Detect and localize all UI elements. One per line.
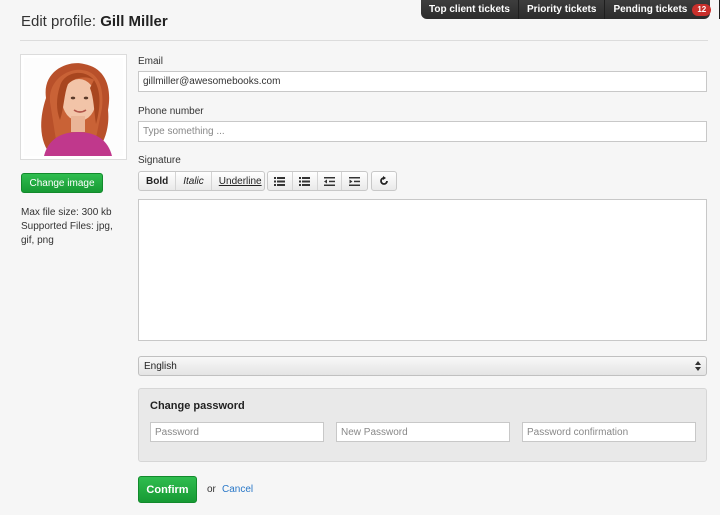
- indent-button[interactable]: [342, 172, 367, 190]
- italic-button[interactable]: Italic: [176, 172, 212, 190]
- or-text: or: [207, 484, 216, 495]
- underline-button[interactable]: Underline: [212, 172, 269, 190]
- max-file-size-text: Max file size: 300 kb: [21, 207, 112, 218]
- new-password-field[interactable]: [336, 422, 510, 442]
- priority-tickets-label: Priority tickets: [526, 4, 597, 15]
- supported-files-text: Supported Files: jpg, gif, png: [21, 221, 113, 246]
- language-selected-value: English: [144, 360, 177, 372]
- text-format-group: Bold Italic Underline: [138, 171, 265, 191]
- phone-field[interactable]: [138, 121, 707, 142]
- change-password-panel: Change password: [138, 388, 707, 462]
- phone-label: Phone number: [138, 106, 204, 117]
- top-client-tickets-link[interactable]: Top client tickets: [421, 0, 519, 19]
- outdent-button[interactable]: [318, 172, 343, 190]
- top-navbar: Top client tickets Priority tickets Pend…: [421, 0, 720, 19]
- pending-tickets-label: Pending tickets: [613, 4, 688, 15]
- change-image-button[interactable]: Change image: [21, 173, 103, 193]
- history-group: [371, 171, 397, 191]
- priority-tickets-link[interactable]: Priority tickets: [519, 0, 606, 19]
- ordered-list-icon: [299, 176, 311, 186]
- profile-photo: [24, 58, 123, 156]
- language-select[interactable]: English: [138, 356, 707, 376]
- outdent-icon: [323, 176, 335, 186]
- select-arrows-icon: [695, 361, 701, 371]
- undo-icon: [380, 176, 388, 185]
- page-title-name: Gill Miller: [100, 13, 168, 30]
- confirm-button[interactable]: Confirm: [138, 476, 197, 503]
- file-info: Max file size: 300 kb Supported Files: j…: [21, 206, 121, 248]
- avatar: [20, 54, 127, 160]
- pending-count-badge: 12: [692, 3, 712, 16]
- pending-tickets-link[interactable]: Pending tickets 12: [605, 0, 720, 19]
- email-label: Email: [138, 56, 164, 67]
- email-field[interactable]: [138, 71, 707, 92]
- bold-button[interactable]: Bold: [139, 172, 177, 190]
- change-password-title: Change password: [150, 400, 245, 412]
- signature-editor[interactable]: [138, 199, 707, 341]
- unordered-list-button[interactable]: [268, 172, 293, 190]
- unordered-list-icon: [274, 176, 286, 186]
- page-title: Edit profile: Gill Miller: [21, 13, 168, 30]
- password-field[interactable]: [150, 422, 324, 442]
- password-confirmation-field[interactable]: [522, 422, 696, 442]
- top-client-tickets-label: Top client tickets: [429, 4, 510, 15]
- undo-button[interactable]: [372, 172, 396, 190]
- list-format-group: [267, 171, 368, 191]
- indent-icon: [349, 176, 361, 186]
- cancel-link[interactable]: Cancel: [222, 484, 253, 495]
- page-title-prefix: Edit profile:: [21, 13, 97, 30]
- signature-label: Signature: [138, 155, 181, 166]
- ordered-list-button[interactable]: [293, 172, 318, 190]
- title-divider: [20, 40, 708, 41]
